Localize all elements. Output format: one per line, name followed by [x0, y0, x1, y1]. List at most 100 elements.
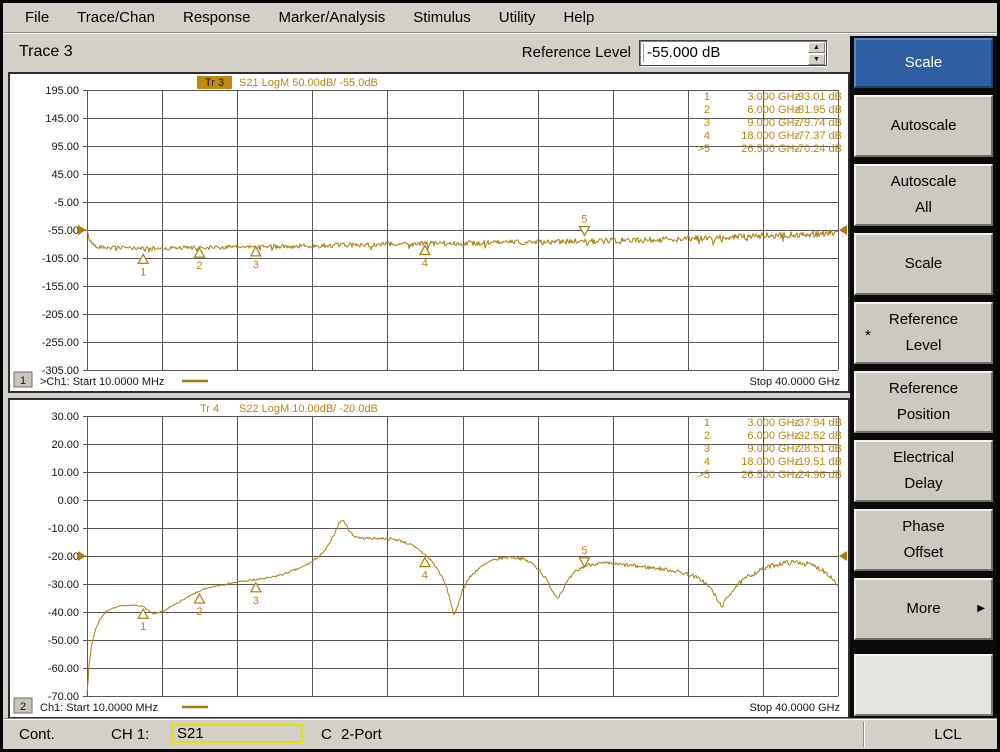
readout-marker-value: -79.74 dB [794, 117, 842, 129]
softkey-autoscale-all[interactable]: Autoscale All [854, 164, 993, 226]
readout-marker-value: -93.01 dB [794, 91, 842, 103]
readout-marker-value: -77.37 dB [794, 130, 842, 142]
y-tick-label: -205.00 [42, 309, 79, 321]
text-caret [643, 44, 644, 62]
active-measurement-box: S21 [171, 724, 303, 743]
marker-number: 2 [196, 606, 202, 618]
softkey-reference-position[interactable]: Reference Position [854, 371, 993, 433]
marker-number: 3 [253, 259, 259, 271]
readout-marker-freq: 26.500 GHz [741, 143, 800, 155]
menu-item-utility[interactable]: Utility [499, 9, 536, 26]
spinner-down-icon[interactable]: ▼ [808, 54, 825, 65]
readout-marker-number: 3 [704, 117, 710, 129]
sweep-start-label: >Ch1: Start 10.0000 MHz [40, 376, 164, 388]
y-tick-label: 30.00 [51, 411, 79, 423]
y-tick-label: -40.00 [48, 607, 79, 619]
menu-item-stimulus[interactable]: Stimulus [413, 9, 471, 26]
sweep-start-label: Ch1: Start 10.0000 MHz [40, 702, 158, 714]
readout-marker-value: -19.51 dB [794, 456, 842, 468]
softkey-blank [854, 654, 993, 716]
sweep-stop-label: Stop 40.0000 GHz [749, 376, 840, 388]
softkey-electrical-delay[interactable]: Electrical Delay [854, 440, 993, 502]
menu-item-marker-analysis[interactable]: Marker/Analysis [279, 9, 386, 26]
sweep-stop-label: Stop 40.0000 GHz [749, 702, 840, 714]
y-tick-label: 10.00 [51, 467, 79, 479]
softkey-scale[interactable]: Scale [854, 233, 993, 295]
readout-marker-number: 1 [704, 91, 710, 103]
readout-marker-freq: 26.500 GHz [741, 469, 800, 481]
y-tick-label: -20.00 [48, 551, 79, 563]
readout-marker-freq: 3.000 GHz [747, 417, 800, 429]
readout-marker-value: -28.51 dB [794, 443, 842, 455]
channel-corner-badge-number: 2 [20, 701, 26, 713]
readout-marker-number: 4 [704, 456, 710, 468]
softkey-autoscale[interactable]: Autoscale [854, 95, 993, 157]
plot-panel-s22: 30.00 20.00 10.00 0.00 -10.00 -20.00 -30.00 -40… [8, 398, 850, 719]
y-tick-label: -10.00 [48, 523, 79, 535]
readout-marker-number: 2 [704, 430, 710, 442]
readout-marker-number: >5 [697, 143, 710, 155]
readout-marker-value: -32.52 dB [794, 430, 842, 442]
cal-status: C [321, 726, 332, 743]
y-tick-label: -255.00 [42, 337, 79, 349]
status-bar: Cont. CH 1: S21 C 2-Port LCL [3, 719, 997, 749]
y-tick-label: 95.00 [51, 141, 79, 153]
reference-level-label: Reference Level [483, 44, 631, 61]
readout-marker-number: 4 [704, 130, 710, 142]
y-tick-label: 145.00 [45, 113, 79, 125]
readout-marker-number: 3 [704, 443, 710, 455]
toolbar: Trace 3 Reference Level -55.000 dB ▲ ▼ [3, 35, 849, 71]
trace-format-title: S21 LogM 50.00dB/ -55.0dB [239, 77, 378, 89]
menu-item-help[interactable]: Help [563, 9, 594, 26]
y-tick-label: -30.00 [48, 579, 79, 591]
softkey-phase-offset[interactable]: Phase Offset [854, 509, 993, 571]
menu-item-file[interactable]: File [25, 9, 49, 26]
y-tick-label: 20.00 [51, 439, 79, 451]
statusbar-separator [863, 722, 865, 747]
readout-marker-freq: 18.000 GHz [741, 456, 800, 468]
readout-marker-value: -37.94 dB [794, 417, 842, 429]
trace-badge-label: Tr 3 [205, 77, 224, 89]
vna-application-window: File Trace/Chan Response Marker/Analysis Sti… [0, 0, 1000, 752]
channel-label: CH 1: [111, 726, 149, 743]
active-trace-title: Trace 3 [19, 43, 73, 61]
active-function-asterisk: * [865, 323, 871, 349]
trace-badge-label: Tr 4 [200, 403, 219, 415]
remote-status: LCL [903, 726, 993, 743]
marker-number: 2 [196, 260, 202, 272]
plot-panel-s21: 195.00145.0095.0045.00-5.00-55.00-105.00… [8, 72, 850, 393]
readout-marker-value: -24.96 dB [794, 469, 842, 481]
readout-marker-freq: 9.000 GHz [747, 117, 800, 129]
readout-marker-value: -81.95 dB [794, 104, 842, 116]
s22-chart: 30.00 20.00 10.00 0.00 -10.00 -20.00 -30.00 -40… [10, 400, 848, 717]
readout-marker-freq: 3.000 GHz [747, 91, 800, 103]
y-tick-label: -55.00 [48, 225, 79, 237]
softkey-reference-level[interactable]: Reference Level* [854, 302, 993, 364]
y-tick-label: 0.00 [58, 495, 79, 507]
s21-chart: 195.00145.0095.0045.00-5.00-55.00-105.00… [10, 74, 848, 391]
menu-bar: File Trace/Chan Response Marker/Analysis Sti… [3, 3, 997, 33]
y-tick-label: -60.00 [48, 663, 79, 675]
reference-level-spinner: ▲ ▼ [808, 42, 825, 64]
reference-level-input[interactable]: -55.000 dB ▲ ▼ [639, 40, 827, 66]
readout-marker-freq: 9.000 GHz [747, 443, 800, 455]
y-tick-label: 195.00 [45, 85, 79, 97]
marker-number: 1 [140, 266, 146, 278]
plot-background [10, 74, 848, 391]
softkey-sidebar: Scale Autoscale Autoscale All Scale Referenc… [850, 36, 997, 719]
menu-item-trace-chan[interactable]: Trace/Chan [77, 9, 155, 26]
softkey-scale-top[interactable]: Scale [854, 38, 993, 88]
readout-marker-freq: 6.000 GHz [747, 430, 800, 442]
marker-number: 4 [422, 258, 428, 270]
readout-marker-freq: 6.000 GHz [747, 104, 800, 116]
readout-marker-value: -70.24 dB [794, 143, 842, 155]
menu-item-response[interactable]: Response [183, 9, 251, 26]
trace-format-title: S22 LogM 10.00dB/ -20.0dB [239, 403, 378, 415]
reference-level-value: -55.000 dB [647, 44, 720, 61]
readout-marker-number: 1 [704, 417, 710, 429]
spinner-up-icon[interactable]: ▲ [808, 42, 825, 53]
marker-number: 4 [422, 570, 428, 582]
readout-marker-freq: 18.000 GHz [741, 130, 800, 142]
softkey-more[interactable]: More▶ [854, 578, 993, 640]
y-tick-label: -105.00 [42, 253, 79, 265]
